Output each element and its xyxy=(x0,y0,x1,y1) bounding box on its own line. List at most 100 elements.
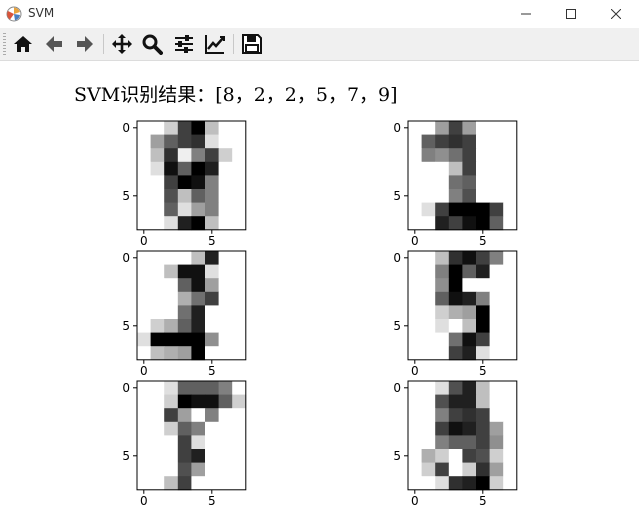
heatmap-cell xyxy=(408,305,422,320)
heatmap-cell xyxy=(421,449,436,463)
heatmap-cell xyxy=(489,421,504,436)
heatmap-cell xyxy=(218,435,233,450)
heatmap-cell xyxy=(408,291,422,306)
heatmap-cell xyxy=(448,449,463,463)
heatmap-cell xyxy=(137,189,151,203)
heatmap-cell xyxy=(421,216,436,231)
heatmap-cell xyxy=(503,175,518,190)
heatmap-cell xyxy=(164,251,179,265)
heatmap-cell xyxy=(191,121,206,135)
heatmap-cell xyxy=(408,346,422,361)
heatmap-cell xyxy=(177,381,192,395)
heatmap-cell xyxy=(476,291,490,306)
y-tick-label: 0 xyxy=(393,121,401,135)
heatmap-cell xyxy=(462,462,477,477)
heatmap-cell xyxy=(435,161,450,176)
heatmap-cell xyxy=(150,435,165,450)
heatmap-cell xyxy=(421,189,436,203)
heatmap-cell xyxy=(218,175,233,190)
heatmap-cell xyxy=(205,251,219,265)
heatmap-cell xyxy=(218,161,233,176)
heatmap-cell xyxy=(476,175,490,190)
figure-canvas: 0 5 0 5 0 5 0 5 0 5 0 5 0 5 0 5 0 5 0 5 0 5 0 5 xyxy=(122,120,518,508)
heatmap-cell xyxy=(232,319,247,333)
x-tick-label: 5 xyxy=(479,234,487,248)
heatmap-cell xyxy=(462,421,477,436)
heatmap-cell xyxy=(150,408,165,423)
heatmap-cell xyxy=(408,264,422,279)
heatmap-cell xyxy=(421,408,436,423)
heatmap-cell xyxy=(503,332,518,347)
heatmap-cell xyxy=(462,305,477,320)
heatmap-cell xyxy=(435,216,450,231)
heatmap-cell xyxy=(164,291,179,306)
heatmap-cell xyxy=(218,319,233,333)
heatmap-cell xyxy=(164,121,179,135)
heatmap-cell xyxy=(137,408,151,423)
heatmap-cell xyxy=(462,435,477,450)
heatmap-cell xyxy=(462,202,477,217)
heatmap-cell xyxy=(137,121,151,135)
heatmap-cell xyxy=(408,148,422,163)
heatmap-cell xyxy=(205,216,219,231)
heatmap-cell xyxy=(448,216,463,231)
heatmap-cell xyxy=(205,476,219,491)
heatmap-cell xyxy=(435,476,450,491)
heatmap-cell xyxy=(435,381,450,395)
heatmap-cell xyxy=(489,394,504,409)
heatmap-cell xyxy=(435,435,450,450)
heatmap-cell xyxy=(191,264,206,279)
heatmap-cell xyxy=(503,408,518,423)
heatmap-cell xyxy=(137,134,151,149)
heatmap-cell xyxy=(476,449,490,463)
heatmap-cell xyxy=(177,251,192,265)
heatmap-cell xyxy=(191,148,206,163)
heatmap-cell xyxy=(448,291,463,306)
heatmap-cell xyxy=(448,332,463,347)
heatmap-cell xyxy=(489,346,504,361)
heatmap-cell xyxy=(476,305,490,320)
x-tick-label: 5 xyxy=(208,364,216,378)
heatmap-cell xyxy=(164,346,179,361)
x-tick-label: 0 xyxy=(140,234,148,248)
heatmap-cell xyxy=(164,476,179,491)
heatmap-cell xyxy=(489,319,504,333)
heatmap-cell xyxy=(489,264,504,279)
heatmap-cell xyxy=(476,264,490,279)
heatmap-cell xyxy=(476,134,490,149)
heatmap-cell xyxy=(218,394,233,409)
heatmap-cell xyxy=(503,121,518,135)
heatmap-cell xyxy=(408,278,422,293)
x-tick-label: 0 xyxy=(411,364,419,378)
heatmap-cell xyxy=(164,189,179,203)
heatmap-cell xyxy=(232,175,247,190)
heatmap-cell xyxy=(421,291,436,306)
heatmap-cell xyxy=(205,305,219,320)
heatmap-cell xyxy=(191,251,206,265)
heatmap-cell xyxy=(232,421,247,436)
heatmap-cell xyxy=(137,251,151,265)
heatmap-cell xyxy=(205,148,219,163)
heatmap-cell xyxy=(177,202,192,217)
heatmap-cell xyxy=(164,332,179,347)
heatmap-cell xyxy=(503,305,518,320)
x-tick-label: 5 xyxy=(208,234,216,248)
heatmap-cell xyxy=(462,449,477,463)
heatmap-cell xyxy=(177,264,192,279)
heatmap-cell xyxy=(503,278,518,293)
heatmap-cell xyxy=(448,346,463,361)
heatmap-cell xyxy=(191,408,206,423)
heatmap-cell xyxy=(421,394,436,409)
heatmap-cell xyxy=(205,346,219,361)
heatmap-cell xyxy=(218,476,233,491)
heatmap-cell xyxy=(205,394,219,409)
heatmap-cell xyxy=(421,476,436,491)
heatmap-cell xyxy=(435,202,450,217)
heatmap-cell xyxy=(448,394,463,409)
heatmap-cell xyxy=(177,394,192,409)
heatmap-cell xyxy=(232,381,247,395)
heatmap-cell xyxy=(177,449,192,463)
heatmap-cell xyxy=(150,346,165,361)
heatmap-cell xyxy=(448,476,463,491)
heatmap-cell xyxy=(232,134,247,149)
